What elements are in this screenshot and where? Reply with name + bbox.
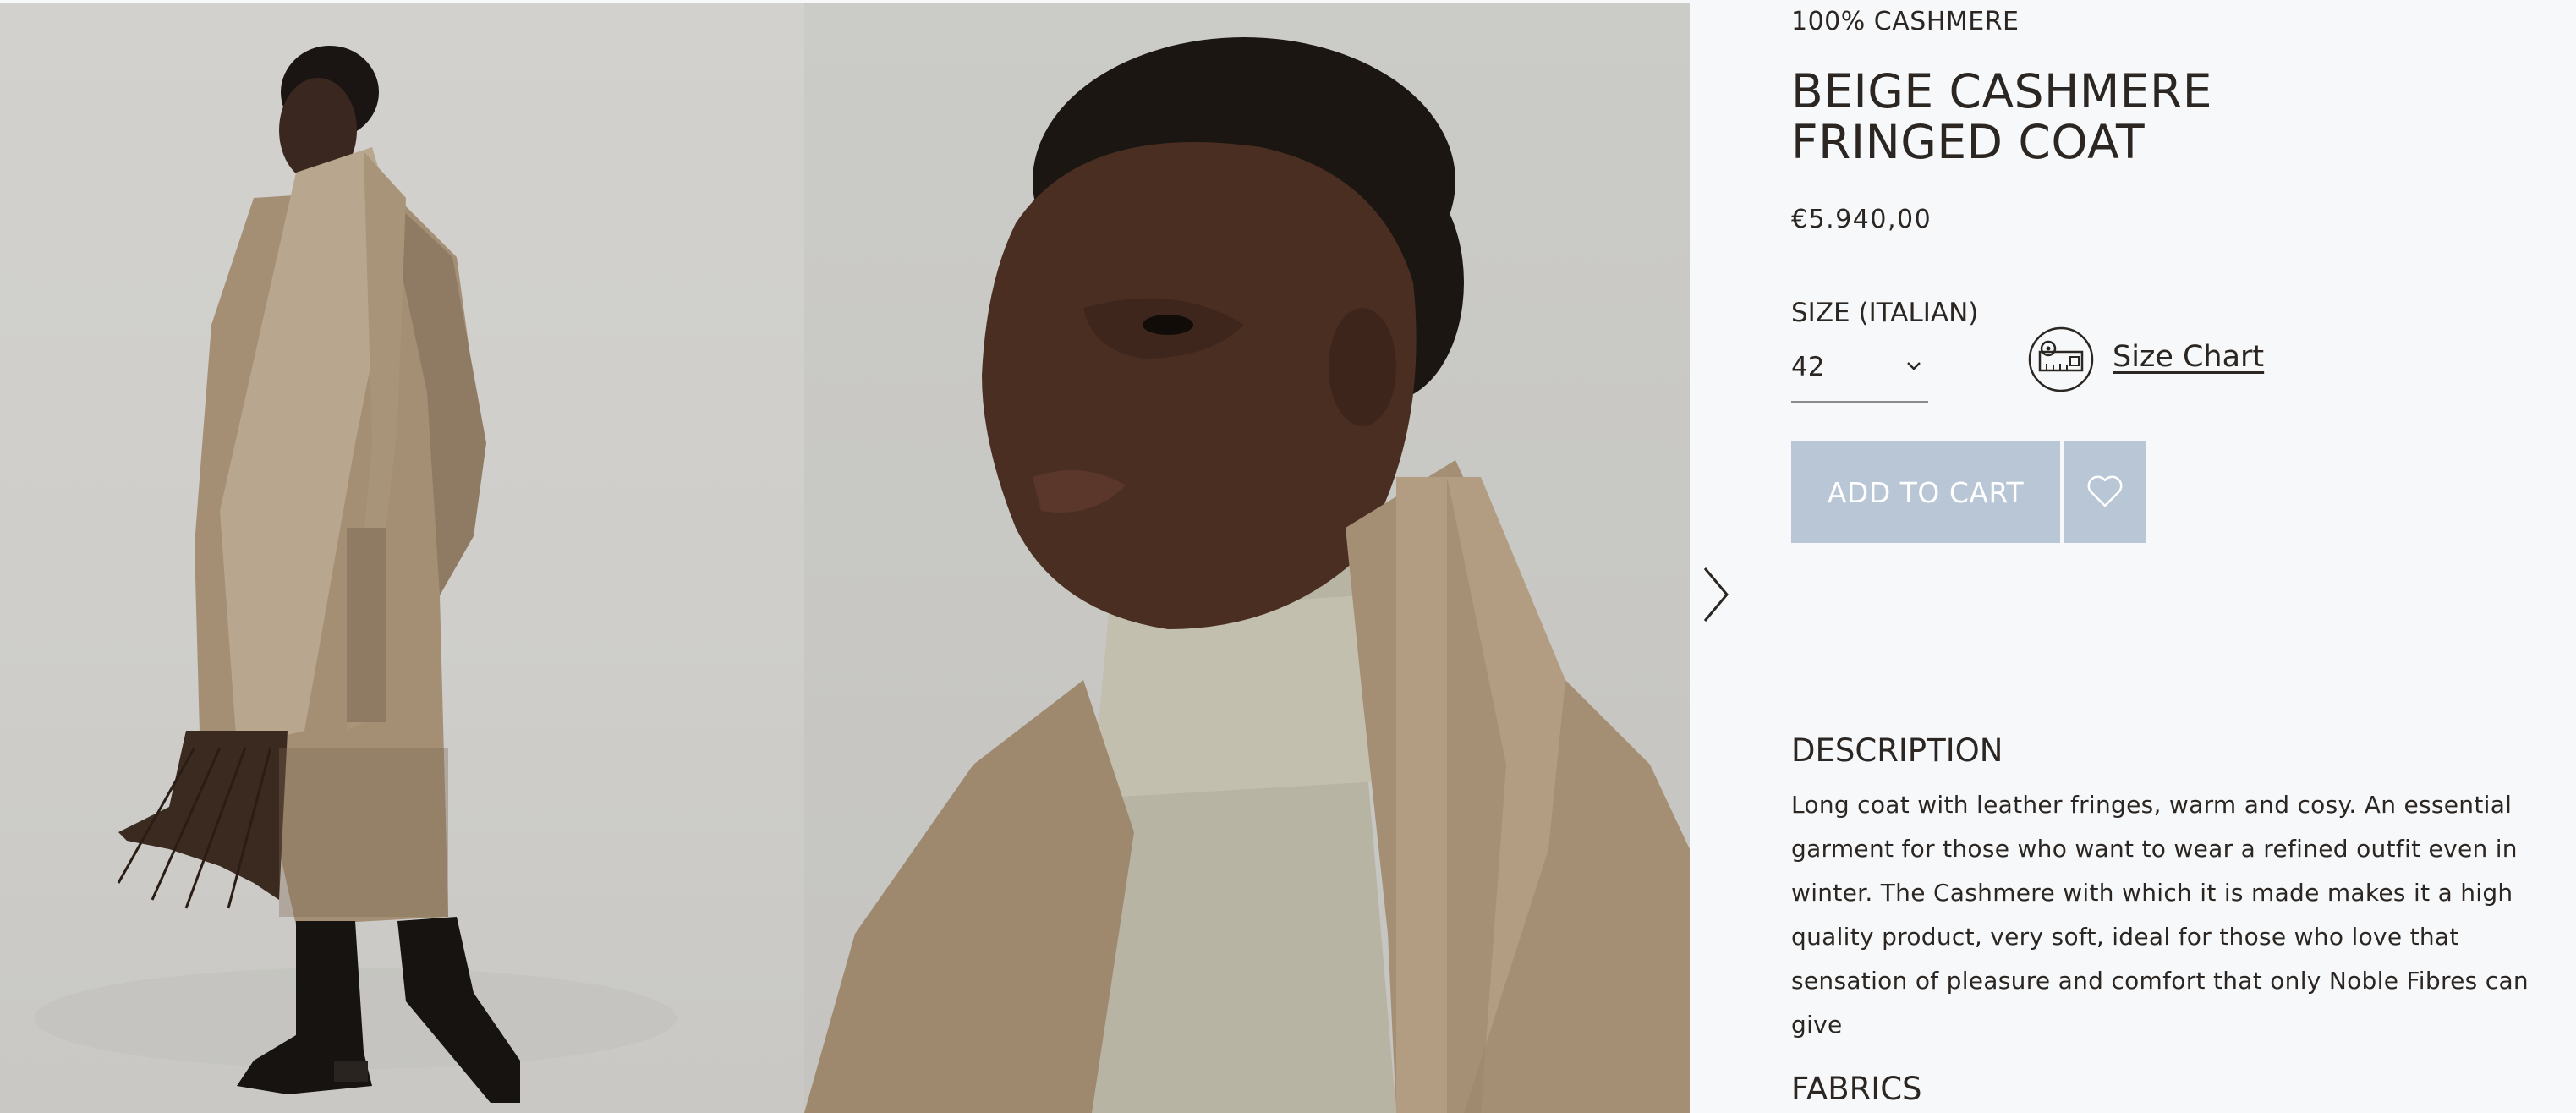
chevron-right-icon[interactable] bbox=[1702, 565, 1732, 624]
product-image-full-length[interactable] bbox=[0, 3, 804, 1113]
heart-icon bbox=[2087, 475, 2123, 507]
description-text: Long coat with leather fringes, warm and… bbox=[1791, 791, 2529, 1039]
size-selected-value: 42 bbox=[1791, 352, 1825, 382]
model-full-length-illustration bbox=[34, 46, 677, 1103]
collection-label: 100% CASHMERE bbox=[1791, 7, 2020, 36]
chevron-down-icon bbox=[1907, 362, 1921, 370]
model-close-up-illustration bbox=[804, 37, 1690, 1113]
wishlist-button[interactable] bbox=[2064, 441, 2146, 543]
size-select[interactable]: 42 bbox=[1791, 347, 1928, 403]
product-title: BEIGE CASHMERE FRINGED COAT bbox=[1791, 64, 2213, 169]
fabrics-heading[interactable]: FABRICS bbox=[1791, 1071, 1922, 1107]
product-image-close-up[interactable] bbox=[804, 3, 1690, 1113]
product-price: €5.940,00 bbox=[1791, 205, 1932, 234]
size-label: SIZE (ITALIAN) bbox=[1791, 298, 1979, 328]
measuring-tape-icon[interactable] bbox=[2028, 326, 2094, 392]
description-heading: DESCRIPTION bbox=[1791, 732, 2003, 769]
product-gallery bbox=[0, 3, 1690, 1113]
size-chart-link[interactable]: Size Chart bbox=[2113, 340, 2264, 374]
add-to-cart-button[interactable]: ADD TO CART bbox=[1791, 441, 2060, 543]
